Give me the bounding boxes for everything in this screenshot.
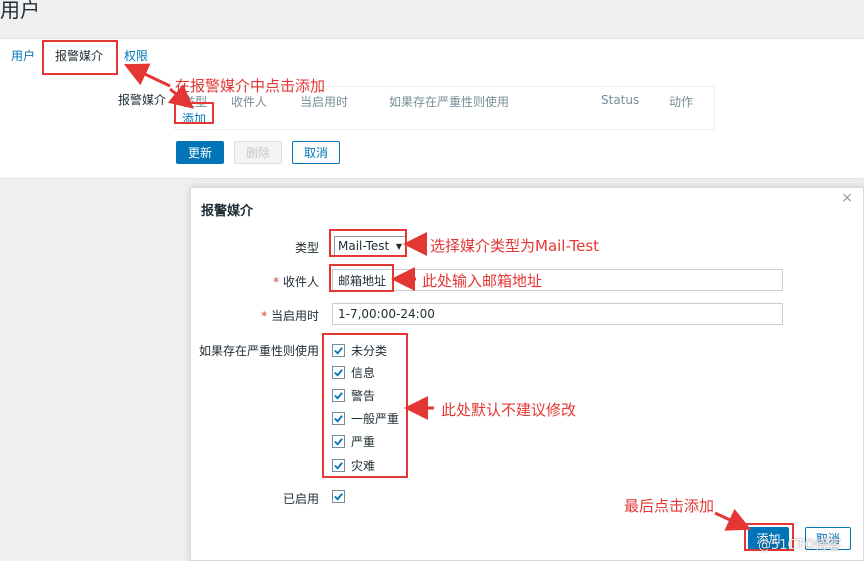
column-header-status: Status <box>601 93 640 107</box>
check-icon <box>334 369 343 377</box>
watermark: @51CTO博客 <box>758 538 841 553</box>
column-header-severity: 如果存在严重性则使用 <box>389 95 510 109</box>
column-header-action: 动作 <box>669 95 694 109</box>
user-form-panel: 用户 报警媒介 权限 报警媒介 类型 收件人 当启用时 如果存在严重性则使用 S… <box>0 38 864 179</box>
update-button[interactable]: 更新 <box>176 141 224 164</box>
check-icon <box>334 493 343 501</box>
page-title: 用户 <box>0 0 40 22</box>
check-icon <box>334 462 343 470</box>
checkbox[interactable] <box>332 490 345 503</box>
severity-not-classified[interactable]: 未分类 <box>332 342 387 359</box>
media-section-label: 报警媒介 <box>118 93 167 107</box>
check-icon <box>334 392 343 400</box>
checkbox[interactable] <box>332 344 345 357</box>
cancel-button[interactable]: 取消 <box>292 141 340 164</box>
checkbox[interactable] <box>332 459 345 472</box>
dialog-title: 报警媒介 <box>201 204 254 219</box>
severity-warning[interactable]: 警告 <box>332 387 375 404</box>
required-mark: * <box>273 275 283 289</box>
checkbox[interactable] <box>332 366 345 379</box>
tab-permissions[interactable]: 权限 <box>124 47 148 64</box>
sendto-label: * 收件人 <box>273 275 319 289</box>
annotation-step4: 此处默认不建议修改 <box>441 401 577 419</box>
check-icon <box>334 415 343 423</box>
dropdown-arrow-icon: ▼ <box>395 241 402 251</box>
annotation-step1: 在报警媒介中点击添加 <box>175 77 326 95</box>
severity-high[interactable]: 严重 <box>332 433 375 450</box>
severity-disaster[interactable]: 灾难 <box>332 457 375 474</box>
sendto-input[interactable]: 邮箱地址 <box>332 269 783 291</box>
required-mark: * <box>261 309 271 323</box>
checkbox[interactable] <box>332 435 345 448</box>
period-input[interactable]: 1-7,00:00-24:00 <box>332 303 783 325</box>
delete-button[interactable]: 删除 <box>234 141 282 164</box>
checkbox[interactable] <box>332 412 345 425</box>
check-icon <box>334 347 343 355</box>
media-type-value: Mail-Test <box>338 239 390 253</box>
severity-average[interactable]: 一般严重 <box>332 410 399 427</box>
tab-media[interactable]: 报警媒介 <box>55 47 103 64</box>
period-label: * 当启用时 <box>261 309 319 323</box>
severity-information[interactable]: 信息 <box>332 364 375 381</box>
add-media-link[interactable]: 添加 <box>182 110 206 127</box>
annotation-step3: 此处输入邮箱地址 <box>422 272 543 290</box>
annotation-step5: 最后点击添加 <box>624 497 715 515</box>
annotation-step2: 选择媒介类型为Mail-Test <box>430 237 600 255</box>
active-tab-indicator <box>43 73 115 75</box>
severity-label: 如果存在严重性则使用 <box>198 344 319 358</box>
media-type-select[interactable]: Mail-Test ▼ <box>334 236 407 256</box>
check-icon <box>334 438 343 446</box>
enabled-checkbox[interactable] <box>332 490 351 503</box>
enabled-label: 已启用 <box>282 492 319 506</box>
checkbox[interactable] <box>332 389 345 402</box>
tab-user[interactable]: 用户 <box>11 47 35 64</box>
close-icon[interactable]: × <box>841 190 853 206</box>
type-label: 类型 <box>294 241 319 255</box>
